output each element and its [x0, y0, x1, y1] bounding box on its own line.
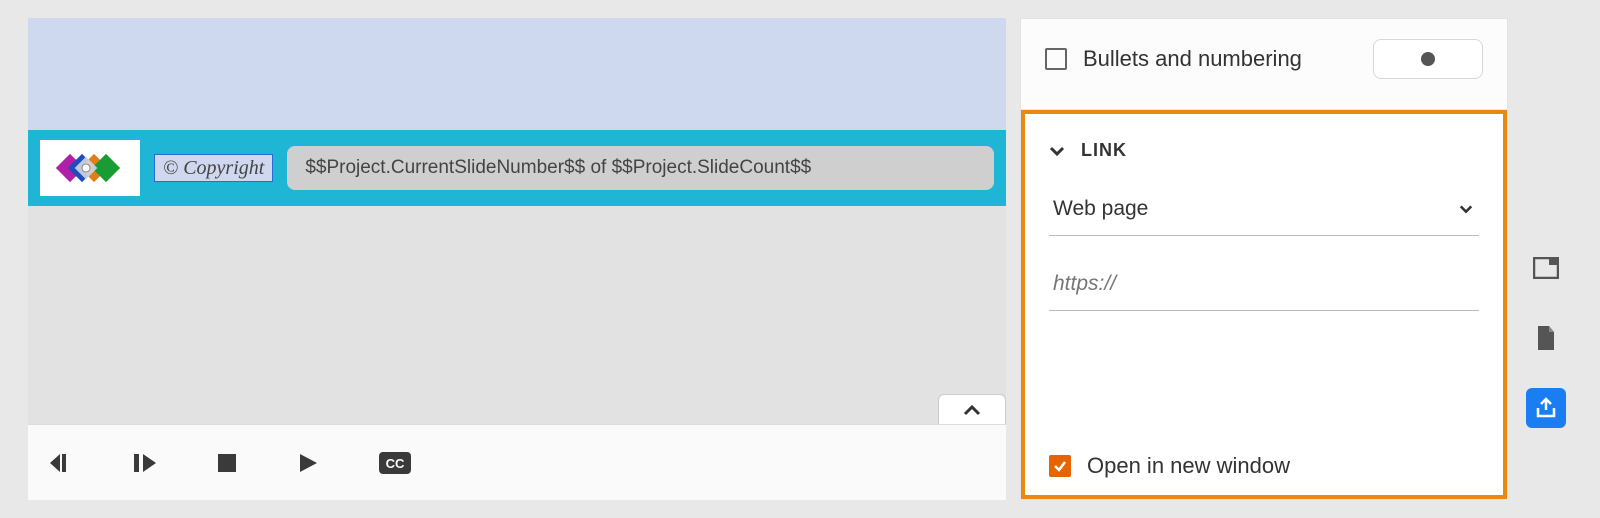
expand-panel-tab[interactable] [938, 394, 1006, 424]
bullets-label: Bullets and numbering [1083, 46, 1302, 72]
link-type-dropdown[interactable]: Web page [1049, 187, 1479, 236]
share-button[interactable] [1526, 388, 1566, 428]
bullets-section: Bullets and numbering [1021, 19, 1507, 110]
playbar: CC [28, 424, 1006, 500]
check-icon [1053, 459, 1067, 473]
slide-number-text-object[interactable]: $$Project.CurrentSlideNumber$$ of $$Proj… [287, 146, 994, 190]
cc-icon: CC [378, 451, 412, 475]
share-icon [1535, 397, 1557, 419]
copyright-text: © Copyright [163, 157, 264, 179]
stop-button[interactable] [216, 452, 238, 474]
play-pause-icon [132, 450, 158, 476]
open-new-window-checkbox[interactable] [1049, 455, 1071, 477]
link-type-value: Web page [1053, 197, 1148, 221]
rewind-button[interactable] [48, 450, 74, 476]
play-button[interactable] [296, 451, 320, 475]
link-section-header[interactable]: LINK [1049, 140, 1479, 161]
copyright-text-object[interactable]: © Copyright [154, 154, 273, 182]
bullets-checkbox[interactable] [1045, 48, 1067, 70]
link-section-highlight: LINK Web page Open in new window [1021, 110, 1507, 499]
panel-icon-2[interactable] [1526, 318, 1566, 358]
link-section-title: LINK [1081, 140, 1127, 161]
slide-body [28, 206, 1006, 424]
chevron-down-icon [1049, 143, 1065, 159]
slide-number-text: $$Project.CurrentSlideNumber$$ of $$Proj… [305, 157, 811, 178]
link-url-input[interactable] [1049, 262, 1479, 311]
stop-icon [216, 452, 238, 474]
svg-text:CC: CC [386, 456, 405, 471]
slide-area: © Copyright $$Project.CurrentSlideNumber… [28, 18, 1006, 424]
chevron-down-icon [1459, 202, 1473, 216]
diamonds-logo-icon [50, 146, 130, 190]
preview-pane: © Copyright $$Project.CurrentSlideNumber… [28, 18, 1006, 500]
properties-panel: Bullets and numbering LINK Web page [1020, 18, 1508, 500]
chevron-up-icon [963, 404, 981, 416]
window-icon [1533, 257, 1559, 279]
bullet-dot-icon [1421, 52, 1435, 66]
cc-button[interactable]: CC [378, 451, 412, 475]
play-icon [296, 451, 320, 475]
slide-header-band [28, 18, 1006, 130]
right-sidebar [1520, 18, 1572, 500]
bullet-style-button[interactable] [1373, 39, 1483, 79]
play-pause-button[interactable] [132, 450, 158, 476]
panel-icon-1[interactable] [1526, 248, 1566, 288]
page-icon [1536, 325, 1556, 351]
rewind-icon [48, 450, 74, 476]
open-new-window-label: Open in new window [1087, 453, 1290, 479]
slide-footer-strip: © Copyright $$Project.CurrentSlideNumber… [28, 130, 1006, 206]
logo-placeholder[interactable] [40, 140, 140, 196]
